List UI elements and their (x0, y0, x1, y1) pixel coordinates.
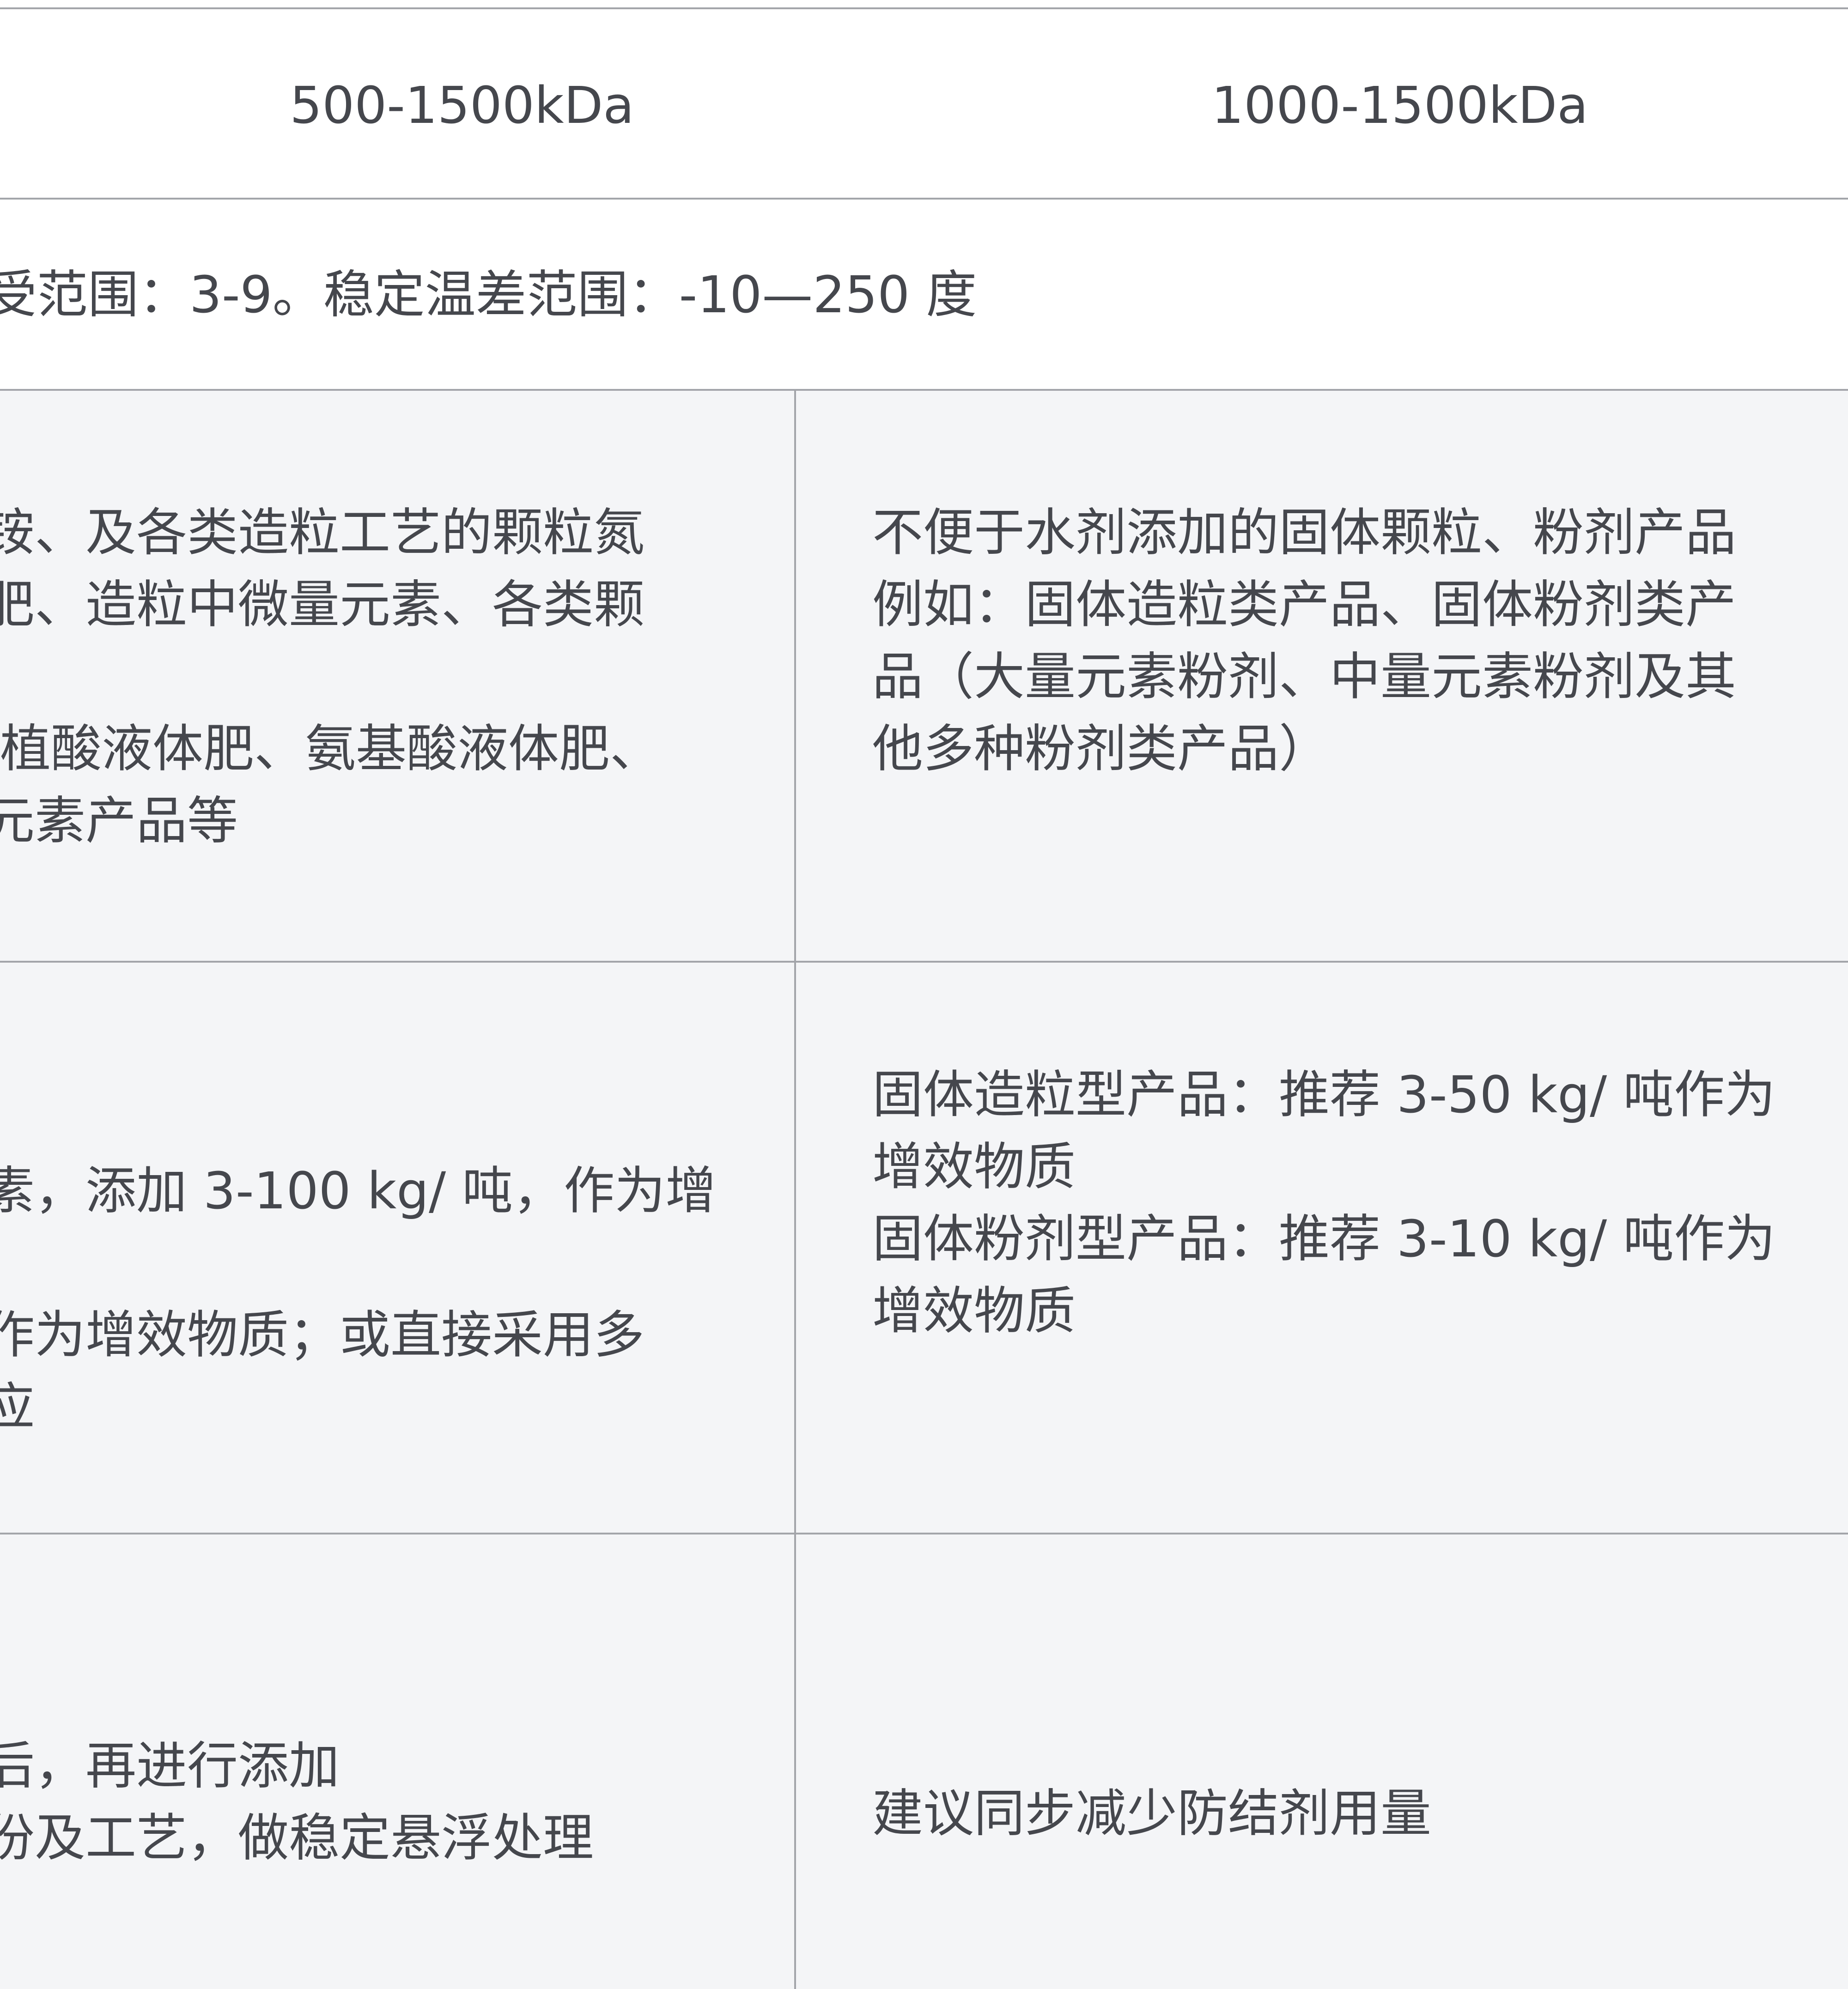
spec-table: 500-1500kDa 1000-1500kDa 受范围：3-9。稳定温差范围：… (0, 0, 1848, 1989)
molecular-weight-col2: 500-1500kDa (290, 76, 634, 135)
application-col3-line: 不便于水剂添加的固体颗粒、粉剂产品 (872, 503, 1736, 562)
dosage-col3-line: 增效物质 (872, 1281, 1076, 1340)
stability-text: 受范围：3-9。稳定温差范围：-10—250 度 (0, 265, 977, 324)
application-col2-line: 铵、及各类造粒工艺的颗粒氮 (0, 503, 644, 562)
application-col3-line: 例如：固体造粒类产品、固体粉剂类产 (872, 575, 1736, 634)
dosage-col3-line: 固体粉剂型产品：推荐 3-10 kg/ 吨作为 (872, 1209, 1776, 1268)
dosage-col2-line: 作为增效物质；或直接采用多 (0, 1305, 644, 1364)
row-divider (0, 198, 1848, 200)
row-divider (0, 1533, 1848, 1534)
dosage-col2-line: 素，添加 3-100 kg/ 吨，作为增 (0, 1161, 717, 1220)
notes-col3-line: 建议同步减少防结剂用量 (872, 1784, 1431, 1843)
table-border-top (0, 7, 1848, 9)
column-divider (794, 390, 796, 1989)
application-col2-line: 元素产品等 (0, 791, 238, 850)
row-divider (0, 961, 1848, 963)
dosage-col3-line: 固体造粒型产品：推荐 3-50 kg/ 吨作为 (872, 1065, 1776, 1124)
row-divider (0, 389, 1848, 391)
molecular-weight-col3: 1000-1500kDa (1211, 76, 1588, 135)
application-col2-line: 肥、造粒中微量元素、各类颗 (0, 575, 644, 634)
application-col3-line: 品（大量元素粉剂、中量元素粉剂及其 (872, 647, 1736, 706)
dosage-col2-line: 应 (0, 1377, 35, 1437)
application-col3-line: 他多种粉剂类产品） (872, 719, 1330, 778)
dosage-col3-line: 增效物质 (872, 1137, 1076, 1196)
notes-col2-line: 后，再进行添加 (0, 1736, 340, 1795)
application-col2-line: 植酸液体肥、氨基酸液体肥、 (0, 719, 661, 778)
notes-col2-line: 份及工艺，做稳定悬浮处理 (0, 1808, 594, 1868)
